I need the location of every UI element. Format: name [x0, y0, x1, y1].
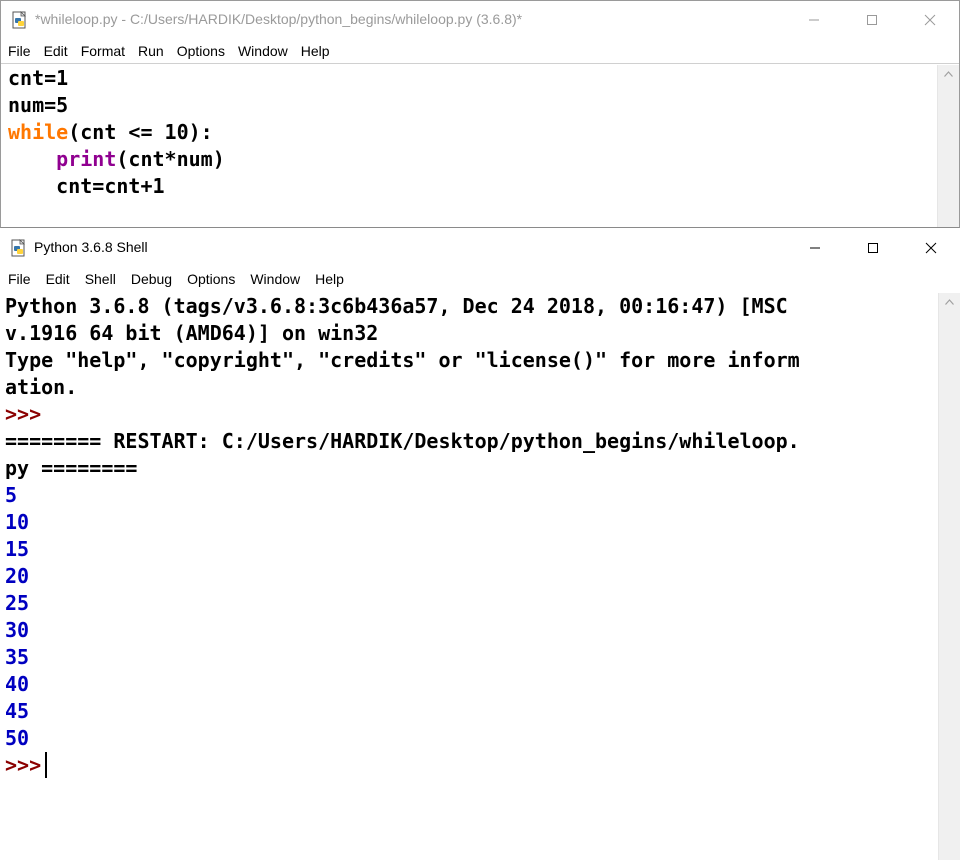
- maximize-button[interactable]: [844, 229, 902, 266]
- scroll-up-arrow[interactable]: [938, 65, 959, 82]
- editor-menubar: File Edit Format Run Options Window Help: [1, 38, 959, 64]
- menu-shell[interactable]: Shell: [77, 271, 123, 287]
- close-icon: [925, 242, 937, 253]
- close-icon: [924, 14, 936, 25]
- shell-prompt: >>>: [5, 753, 42, 777]
- minimize-icon: [809, 19, 819, 20]
- editor-window: *whileloop.py - C:/Users/HARDIK/Desktop/…: [0, 0, 960, 228]
- menu-file[interactable]: File: [0, 271, 38, 287]
- shell-prompt: >>>: [5, 402, 42, 426]
- menu-edit[interactable]: Edit: [38, 271, 77, 287]
- code-line: cnt=cnt+1: [8, 174, 165, 198]
- minimize-button[interactable]: [786, 229, 844, 266]
- output-line: 20: [5, 564, 30, 588]
- banner-line: Python 3.6.8 (tags/v3.6.8:3c6b436a57, De…: [5, 294, 788, 318]
- keyword-while: while: [8, 120, 69, 144]
- input-line[interactable]: >>>: [5, 752, 936, 779]
- output-line: 50: [5, 726, 30, 750]
- close-button[interactable]: [901, 1, 959, 38]
- menu-help[interactable]: Help: [307, 271, 351, 287]
- menu-run[interactable]: Run: [131, 43, 170, 59]
- minimize-button[interactable]: [785, 1, 843, 38]
- editor-scrollbar[interactable]: [937, 65, 959, 227]
- menu-edit[interactable]: Edit: [37, 43, 74, 59]
- output-line: 30: [5, 618, 30, 642]
- maximize-button[interactable]: [843, 1, 901, 38]
- code-line: num=5: [8, 93, 69, 117]
- python-shell-icon: [11, 239, 25, 257]
- banner-line: v.1916 64 bit (AMD64)] on win32: [5, 321, 379, 345]
- menu-window[interactable]: Window: [231, 43, 294, 59]
- maximize-icon: [867, 14, 877, 25]
- shell-scrollbar[interactable]: [938, 293, 960, 860]
- chevron-up-icon: [945, 298, 954, 305]
- editor-title: *whileloop.py - C:/Users/HARDIK/Desktop/…: [35, 11, 523, 27]
- output-line: 35: [5, 645, 30, 669]
- output-line: 45: [5, 699, 30, 723]
- chevron-up-icon: [944, 70, 953, 77]
- output-line: 25: [5, 591, 30, 615]
- code-fragment: (cnt <= 10):: [68, 120, 213, 144]
- maximize-icon: [868, 242, 878, 253]
- shell-menubar: File Edit Shell Debug Options Window Hel…: [0, 266, 960, 292]
- text-cursor: [45, 752, 48, 778]
- menu-window[interactable]: Window: [242, 271, 307, 287]
- menu-options[interactable]: Options: [179, 271, 242, 287]
- editor-titlebar[interactable]: *whileloop.py - C:/Users/HARDIK/Desktop/…: [1, 1, 959, 38]
- banner-line: Type "help", "copyright", "credits" or "…: [5, 348, 800, 372]
- code-fragment: (cnt*num): [116, 147, 225, 171]
- code-line: cnt=1: [8, 66, 69, 90]
- code-line: print(cnt*num): [8, 146, 937, 173]
- output-line: 15: [5, 537, 30, 561]
- menu-options[interactable]: Options: [170, 43, 231, 59]
- shell-console[interactable]: Python 3.6.8 (tags/v3.6.8:3c6b436a57, De…: [5, 293, 936, 779]
- output-line: 10: [5, 510, 30, 534]
- menu-file[interactable]: File: [1, 43, 37, 59]
- output-line: 5: [5, 483, 18, 507]
- python-file-icon: [12, 11, 26, 29]
- menu-debug[interactable]: Debug: [123, 271, 179, 287]
- minimize-icon: [810, 247, 820, 248]
- builtin-print: print: [56, 147, 117, 171]
- shell-titlebar[interactable]: Python 3.6.8 Shell: [0, 229, 960, 266]
- output-line: 40: [5, 672, 30, 696]
- shell-title: Python 3.6.8 Shell: [34, 239, 148, 255]
- banner-line: ation.: [5, 375, 78, 399]
- code-line: while(cnt <= 10):: [8, 119, 937, 146]
- restart-line: py ========: [5, 456, 138, 480]
- scroll-up-arrow[interactable]: [939, 293, 960, 310]
- menu-help[interactable]: Help: [294, 43, 336, 59]
- shell-window: Python 3.6.8 Shell File Edit Shell Debug…: [0, 229, 960, 860]
- restart-line: ======== RESTART: C:/Users/HARDIK/Deskto…: [5, 429, 800, 453]
- code-editor[interactable]: cnt=1 num=5 while(cnt <= 10): print(cnt*nu…: [8, 65, 937, 200]
- menu-format[interactable]: Format: [74, 43, 131, 59]
- close-button[interactable]: [902, 229, 960, 266]
